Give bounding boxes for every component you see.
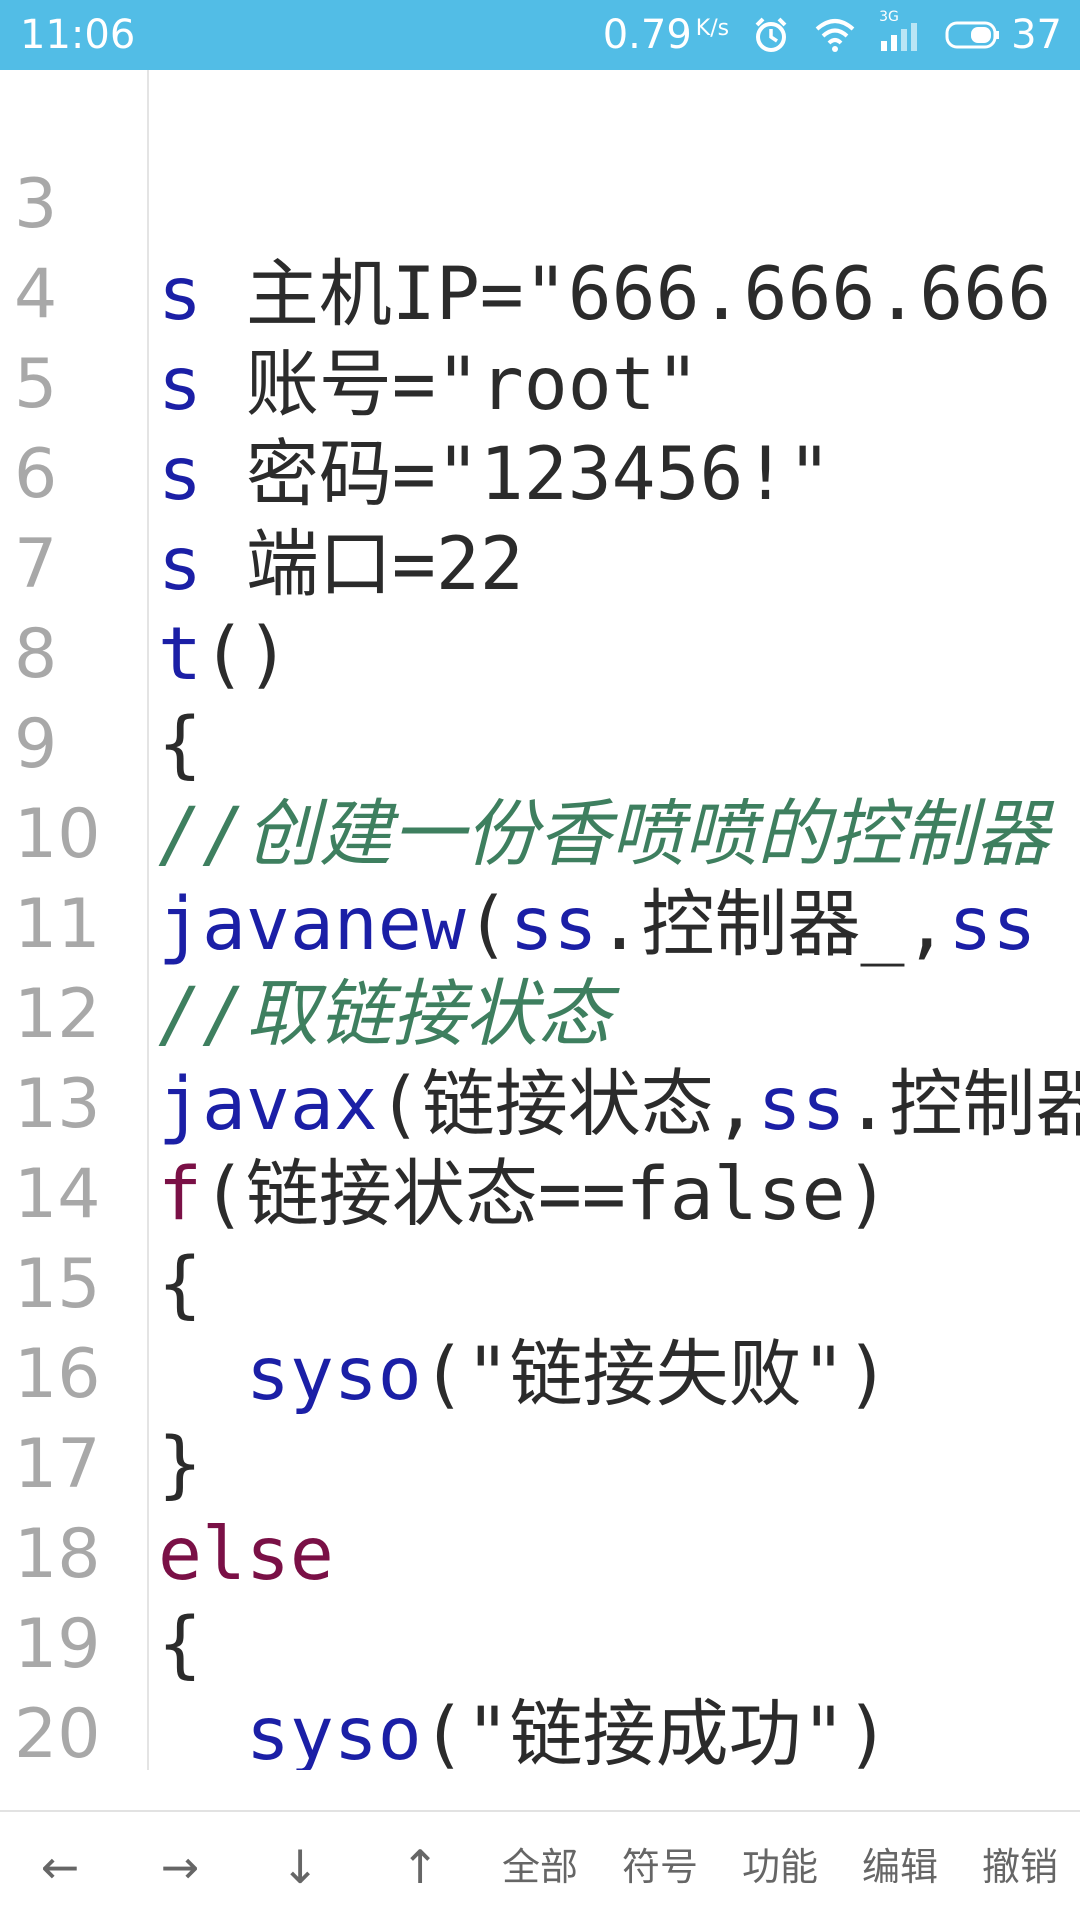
code-line[interactable]: 8 {	[0, 520, 1080, 787]
status-right: 0.79 K/s 3G 37	[603, 8, 1062, 62]
arrow-left-button[interactable]: ←	[0, 1812, 120, 1922]
code-line[interactable]: 19 syso("链接成功")	[0, 1510, 1080, 1770]
code-line[interactable]: 11 //取链接状态	[0, 790, 1080, 1057]
code-line[interactable]: 20 }	[0, 1600, 1080, 1770]
symbols-button[interactable]: 符号	[600, 1812, 720, 1922]
battery-icon	[945, 19, 1001, 51]
code-editor[interactable]: 3 s 主机IP="666.666.666 4 s 账号="root" 5 s …	[0, 70, 1080, 1770]
network-speed: 0.79 K/s	[603, 12, 729, 58]
code-line[interactable]: 9 //创建一份香喷喷的控制器	[0, 610, 1080, 877]
code-line[interactable]: 14 {	[0, 1060, 1080, 1327]
code-line[interactable]: 10 javanew(ss.控制器_,ss	[0, 700, 1080, 967]
code-line[interactable]: 21 }	[0, 1690, 1080, 1770]
alarm-icon	[751, 15, 791, 55]
code-line[interactable]: 15 syso("链接失败")	[0, 1150, 1080, 1417]
code-line[interactable]: 13 f(链接状态==false)	[0, 970, 1080, 1237]
status-time: 11:06	[20, 12, 136, 58]
arrow-up-button[interactable]: ↑	[360, 1812, 480, 1922]
code-line[interactable]: 12 javax(链接状态,ss.控制器	[0, 880, 1080, 1147]
code-line[interactable]: 6 s 端口=22	[0, 340, 1080, 607]
network-speed-value: 0.79	[602, 12, 692, 58]
wifi-icon	[813, 17, 857, 53]
code-line[interactable]: 5 s 密码="123456!"	[0, 250, 1080, 517]
cellular-signal-icon: 3G	[879, 9, 923, 53]
code-line[interactable]: 17 else	[0, 1330, 1080, 1597]
code-line[interactable]: 3 s 主机IP="666.666.666	[0, 70, 1080, 337]
signal-type-label: 3G	[879, 9, 899, 25]
battery-status: 37	[945, 12, 1062, 58]
arrow-down-button[interactable]: ↓	[240, 1812, 360, 1922]
code-line[interactable]: 4 s 账号="root"	[0, 160, 1080, 427]
select-all-button[interactable]: 全部	[480, 1812, 600, 1922]
code-line[interactable]: 16 }	[0, 1240, 1080, 1507]
edit-button[interactable]: 编辑	[840, 1812, 960, 1922]
code-line[interactable]: 18 {	[0, 1420, 1080, 1687]
network-speed-unit: K/s	[695, 16, 730, 41]
arrow-right-button[interactable]: →	[120, 1812, 240, 1922]
editor-toolbar: ← → ↓ ↑ 全部 符号 功能 编辑 撤销	[0, 1810, 1080, 1922]
battery-level: 37	[1011, 12, 1062, 58]
functions-button[interactable]: 功能	[720, 1812, 840, 1922]
status-bar: 11:06 0.79 K/s 3G 37	[0, 0, 1080, 70]
code-line[interactable]: 7 t()	[0, 430, 1080, 697]
undo-button[interactable]: 撤销	[960, 1812, 1080, 1922]
